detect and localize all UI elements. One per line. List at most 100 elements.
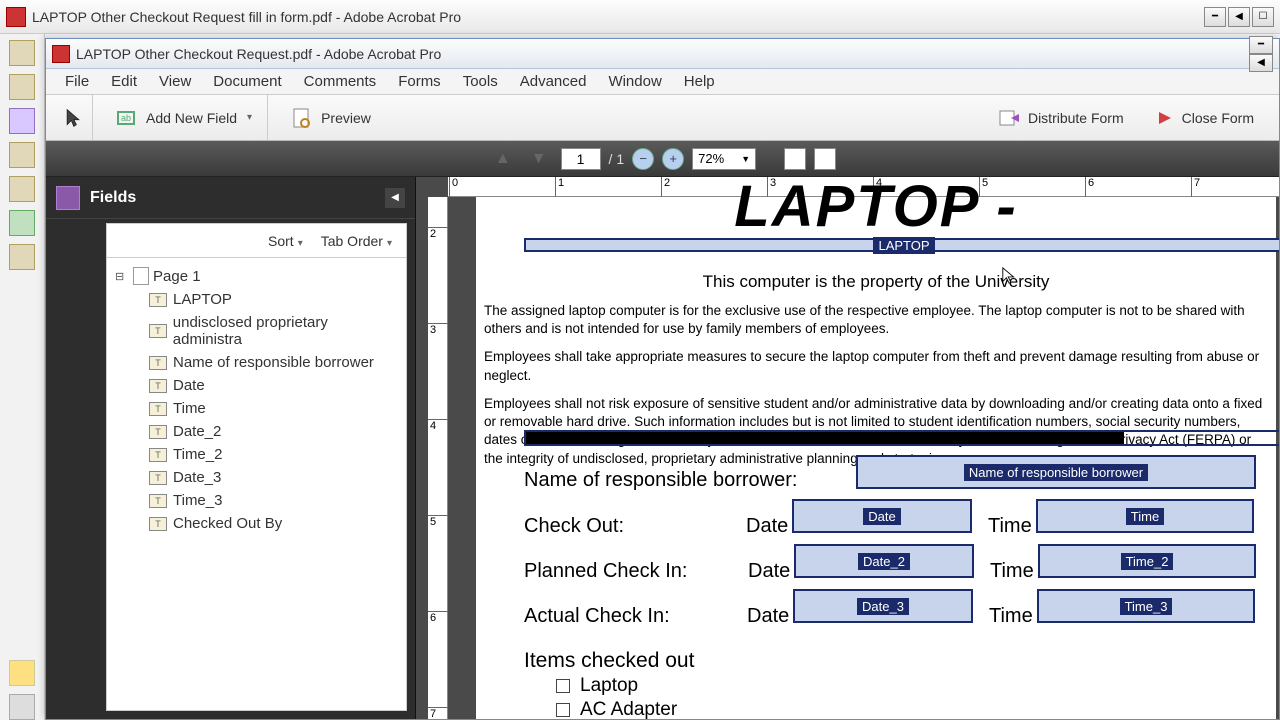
fields-panel-icon (56, 186, 80, 210)
checkbox-icon[interactable] (556, 679, 570, 693)
distribute-label: Distribute Form (1028, 110, 1124, 126)
menu-forms[interactable]: Forms (387, 70, 452, 93)
zoom-out-button[interactable]: − (632, 148, 654, 170)
maximize-button[interactable]: ☐ (1252, 7, 1274, 27)
menu-edit[interactable]: Edit (100, 70, 148, 93)
front-window-title: LAPTOP Other Checkout Request.pdf - Adob… (76, 46, 1249, 62)
form-field-date3[interactable]: Date_3 (793, 589, 973, 623)
tree-page-node[interactable]: ⊟ Page 1 (111, 264, 402, 288)
label-actual: Actual Check In: (524, 605, 670, 628)
text-field-icon: T (149, 402, 167, 416)
field-item[interactable]: TDate_2 (111, 420, 402, 443)
menu-tools[interactable]: Tools (452, 70, 509, 93)
distribute-form-button[interactable]: Distribute Form (987, 100, 1133, 136)
menu-advanced[interactable]: Advanced (509, 70, 598, 93)
field-item[interactable]: TTime (111, 397, 402, 420)
label-checkout: Check Out: (524, 515, 624, 538)
add-new-field-button[interactable]: ab Add New Field (105, 100, 261, 136)
field-item[interactable]: TDate_3 (111, 466, 402, 489)
nav-icon-attach[interactable] (9, 694, 35, 720)
field-item[interactable]: TDate (111, 374, 402, 397)
menu-window[interactable]: Window (597, 70, 672, 93)
front-window: LAPTOP Other Checkout Request.pdf - Adob… (45, 38, 1280, 720)
nav-icon-6[interactable] (9, 210, 35, 236)
fields-panel: Fields ◀ Sort Tab Order ⊟ Page 1 TLAPTOP… (46, 177, 416, 719)
toolbar-icon-2[interactable] (814, 148, 836, 170)
nav-icon-tag[interactable] (9, 660, 35, 686)
fields-panel-title: Fields (90, 189, 375, 207)
close-form-button[interactable]: Close Form (1141, 100, 1263, 136)
zoom-dropdown[interactable]: 72%▼ (692, 148, 756, 170)
collapse-panel-button[interactable]: ◀ (385, 188, 405, 208)
text-field-icon: T (149, 356, 167, 370)
form-field-time[interactable]: Time (1036, 499, 1254, 533)
label-time: Time (990, 560, 1034, 583)
text-field-icon: T (149, 517, 167, 531)
collapse-icon[interactable]: ⊟ (115, 270, 129, 283)
form-field-undisclosed[interactable] (524, 430, 1279, 446)
minimize-button[interactable]: ━ (1204, 7, 1226, 27)
text-field-icon: T (149, 379, 167, 393)
form-field-date[interactable]: Date (792, 499, 972, 533)
front-titlebar: LAPTOP Other Checkout Request.pdf - Adob… (46, 39, 1279, 69)
next-page-button[interactable]: ▼ (525, 148, 553, 170)
field-item[interactable]: TName of responsible borrower (111, 351, 402, 374)
menu-help[interactable]: Help (673, 70, 726, 93)
back-window-title: LAPTOP Other Checkout Request fill in fo… (32, 9, 1204, 25)
form-field-time3[interactable]: Time_3 (1037, 589, 1255, 623)
field-item[interactable]: TChecked Out By (111, 512, 402, 535)
zoom-in-button[interactable]: + (662, 148, 684, 170)
label-planned: Planned Check In: (524, 560, 687, 583)
form-field-date2[interactable]: Date_2 (794, 544, 974, 578)
text-field-icon: T (149, 324, 167, 338)
menubar: File Edit View Document Comments Forms T… (46, 69, 1279, 95)
preview-icon (289, 105, 315, 131)
document-viewport[interactable]: 0 1 2 3 4 5 6 7 2 3 4 5 6 7 LAPTOP - LA (416, 177, 1279, 719)
preview-button[interactable]: Preview (280, 100, 380, 136)
nav-icon-3[interactable] (9, 108, 35, 134)
form-toolbar: ab Add New Field Preview Distribute Form (46, 95, 1279, 141)
doc-para-2: Employees shall take appropriate measure… (484, 348, 1268, 384)
prev-page-button[interactable]: ▲ (489, 148, 517, 170)
select-tool-icon[interactable] (60, 105, 86, 131)
restore-button[interactable]: ◀ (1228, 7, 1250, 27)
pdf-page[interactable]: LAPTOP - LAPTOP This computer is the pro… (476, 197, 1276, 719)
menu-file[interactable]: File (54, 70, 100, 93)
close-form-icon (1150, 105, 1176, 131)
tab-order-dropdown[interactable]: Tab Order (321, 233, 392, 249)
svg-text:ab: ab (121, 113, 131, 123)
fields-tree[interactable]: ⊟ Page 1 TLAPTOP Tundisclosed proprietar… (106, 257, 407, 711)
field-item[interactable]: Tundisclosed proprietary administra (111, 311, 402, 351)
pdf-icon (6, 7, 26, 27)
sort-dropdown[interactable]: Sort (268, 233, 303, 249)
doc-para-1: The assigned laptop computer is for the … (484, 302, 1268, 338)
label-borrower: Name of responsible borrower: (524, 469, 797, 492)
restore-button[interactable]: ◀ (1249, 54, 1273, 72)
field-item[interactable]: TTime_2 (111, 443, 402, 466)
nav-icon-5[interactable] (9, 176, 35, 202)
form-field-laptop[interactable]: LAPTOP (524, 238, 1279, 252)
nav-icon-7[interactable] (9, 244, 35, 270)
nav-icon-2[interactable] (9, 74, 35, 100)
menu-comments[interactable]: Comments (293, 70, 388, 93)
menu-view[interactable]: View (148, 70, 202, 93)
page-nav-bar: ▲ ▼ / 1 − + 72%▼ (46, 141, 1279, 177)
back-nav-strip (0, 34, 45, 720)
add-field-icon: ab (114, 105, 140, 131)
text-field-icon: T (149, 425, 167, 439)
checkbox-line-ac: AC Adapter (556, 699, 677, 719)
menu-document[interactable]: Document (202, 70, 292, 93)
nav-icon-4[interactable] (9, 142, 35, 168)
field-item[interactable]: TLAPTOP (111, 288, 402, 311)
field-item[interactable]: TTime_3 (111, 489, 402, 512)
form-field-time2[interactable]: Time_2 (1038, 544, 1256, 578)
distribute-icon (996, 105, 1022, 131)
back-titlebar: LAPTOP Other Checkout Request fill in fo… (0, 0, 1280, 34)
checkbox-icon[interactable] (556, 703, 570, 717)
form-field-borrower[interactable]: Name of responsible borrower (856, 455, 1256, 489)
nav-icon-1[interactable] (9, 40, 35, 66)
toolbar-icon-1[interactable] (784, 148, 806, 170)
page-number-input[interactable] (561, 148, 601, 170)
items-title: Items checked out (524, 649, 694, 673)
minimize-button[interactable]: ━ (1249, 36, 1273, 54)
